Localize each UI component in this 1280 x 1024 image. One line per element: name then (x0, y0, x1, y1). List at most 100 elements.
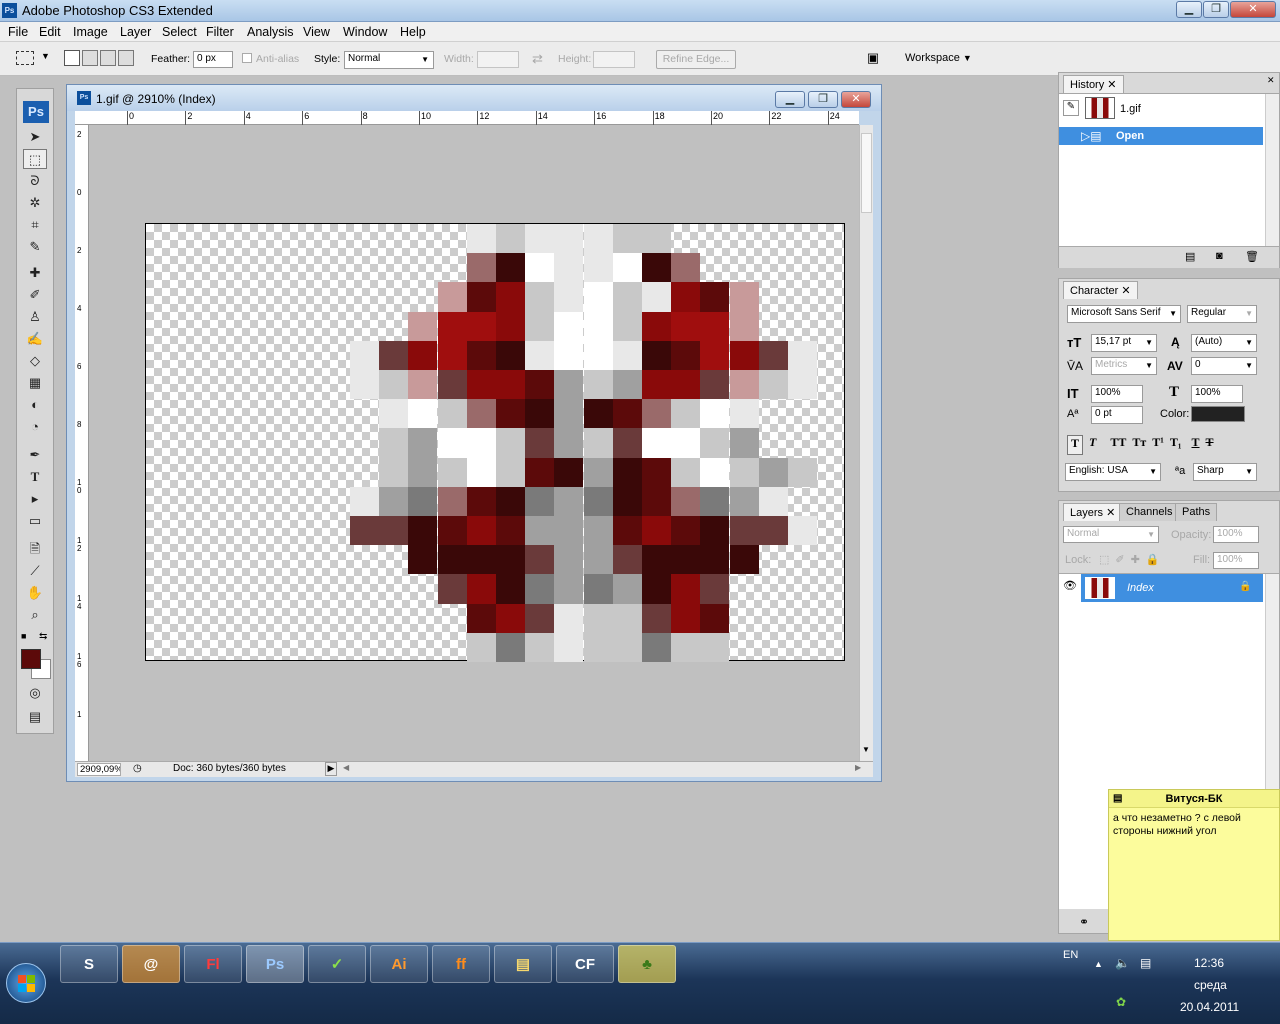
sticky-note[interactable]: ▤ Витуся-БК а что незаметно ? с левой ст… (1108, 789, 1280, 941)
show-hidden-icons-icon[interactable]: ▲ (1094, 959, 1103, 969)
icq-icon[interactable]: ✓ (308, 945, 366, 983)
menu-help[interactable]: Help (400, 25, 426, 39)
tab-paths[interactable]: Paths (1175, 503, 1218, 521)
antialias-select[interactable]: Sharp ▼ (1193, 463, 1257, 481)
vertical-ruler[interactable]: 2 0 2 4 6 8 1 0 1 2 1 4 1 6 1 (75, 125, 89, 761)
strikethrough-icon[interactable]: T (1206, 435, 1214, 455)
scrollbar-thumb[interactable] (861, 133, 872, 213)
move-tool-icon[interactable]: ➤ (23, 127, 47, 147)
coldfusion-icon[interactable]: CF (556, 945, 614, 983)
history-brush-icon[interactable]: ✍ (23, 329, 47, 349)
horizontal-scale-field[interactable]: 100% (1191, 385, 1243, 403)
swap-colors-icon[interactable]: ⇆ (39, 631, 47, 642)
scroll-down-arrow-icon[interactable]: ▼ (862, 745, 870, 754)
status-arrow-icon[interactable]: ▶ (325, 762, 337, 776)
intersect-selection-icon[interactable] (118, 50, 134, 66)
history-item[interactable]: ▷▤ Open (1059, 127, 1263, 145)
icq-tray-icon[interactable]: ✿ (1116, 995, 1126, 1009)
document-canvas-area[interactable] (89, 125, 859, 761)
document-title-bar[interactable]: Ps 1.gif @ 2910% (Index) ▁ ❐ ✕ (67, 85, 881, 111)
type-tool-icon[interactable]: T (23, 467, 47, 487)
antialias-checkbox[interactable] (242, 53, 252, 63)
subtract-selection-icon[interactable] (100, 50, 116, 66)
menu-window[interactable]: Window (343, 25, 387, 39)
notes-tool-icon[interactable]: 🗎 (23, 539, 47, 559)
panel-close-icon[interactable]: ✕ (1267, 75, 1275, 86)
lasso-tool-icon[interactable]: ᘐ (23, 171, 47, 191)
zoom-tool-icon[interactable]: ⌕ (23, 605, 47, 625)
menu-layer[interactable]: Layer (120, 25, 151, 39)
marquee-tool-icon[interactable]: ⬚ (23, 149, 47, 169)
crop-tool-icon[interactable]: ⌗ (23, 215, 47, 235)
leading-field[interactable]: (Auto) ▼ (1191, 334, 1257, 352)
eyedropper-icon[interactable]: ⟋ (23, 561, 47, 581)
quick-mask-icon[interactable]: ◎ (23, 683, 47, 703)
eraser-tool-icon[interactable]: ◇ (23, 351, 47, 371)
faux-italic-icon[interactable]: T (1089, 435, 1096, 455)
style-select[interactable]: Normal ▼ (344, 51, 434, 69)
screen-mode-icon[interactable]: ▤ (23, 707, 47, 727)
stamp-tool-icon[interactable]: ♙ (23, 307, 47, 327)
gradient-tool-icon[interactable]: ▦ (23, 373, 47, 393)
font-style-select[interactable]: Regular ▼ (1187, 305, 1257, 323)
lock-icons[interactable]: ⬚✐✚🔒 (1099, 553, 1166, 566)
maximize-button[interactable]: ❐ (1203, 1, 1229, 18)
image-canvas[interactable] (145, 223, 845, 662)
subscript-icon[interactable]: T₁ (1170, 435, 1182, 455)
eye-icon[interactable]: 👁 (1063, 579, 1077, 592)
explorer-icon[interactable]: ▤ (494, 945, 552, 983)
hand-tool-icon[interactable]: ✋ (23, 583, 47, 603)
doc-restore-button[interactable]: ❐ (808, 91, 838, 108)
language-select[interactable]: English: USA ▼ (1065, 463, 1161, 481)
vertical-scrollbar[interactable]: ▼ (859, 125, 873, 761)
history-scrollbar[interactable] (1265, 94, 1279, 246)
tracking-field[interactable]: 0 ▼ (1191, 357, 1257, 375)
menu-select[interactable]: Select (162, 25, 197, 39)
illustrator-icon[interactable]: Ai (370, 945, 428, 983)
close-button[interactable]: ✕ (1230, 1, 1276, 18)
menu-file[interactable]: File (8, 25, 28, 39)
language-indicator[interactable]: EN (1063, 949, 1078, 961)
marquee-tool-icon[interactable] (16, 51, 34, 65)
skype-icon[interactable]: S (60, 945, 118, 983)
shape-tool-icon[interactable]: ▭ (23, 511, 47, 531)
doc-minimize-button[interactable]: ▁ (775, 91, 805, 108)
workspace-menu[interactable]: Workspace ▼ (905, 52, 972, 64)
feather-field[interactable]: 0 px (193, 51, 233, 68)
menu-filter[interactable]: Filter (206, 25, 234, 39)
start-button[interactable] (6, 963, 46, 1003)
path-selection-icon[interactable]: ▸ (23, 489, 47, 509)
width-field[interactable] (477, 51, 519, 68)
scroll-left-arrow-icon[interactable]: ◀ (343, 763, 349, 772)
firefox-icon[interactable]: ff (432, 945, 490, 983)
menu-view[interactable]: View (303, 25, 330, 39)
underline-icon[interactable]: T (1192, 435, 1200, 455)
photoshop-taskbar-icon[interactable]: Ps (246, 945, 304, 983)
snapshot-thumbnail[interactable] (1085, 97, 1115, 119)
link-layers-icon[interactable]: ⚭ (1079, 915, 1089, 929)
notes-tray-icon[interactable]: ▤ (1140, 956, 1151, 970)
sticky-note-app-icon[interactable]: ♣ (618, 945, 676, 983)
blend-mode-select[interactable]: Normal ▼ (1063, 526, 1159, 543)
blur-tool-icon[interactable]: ◐ (23, 395, 47, 415)
volume-icon[interactable]: 🔈 (1115, 956, 1130, 970)
font-size-field[interactable]: 15,17 pt ▼ (1091, 334, 1157, 352)
minimize-button[interactable]: ▁ (1176, 1, 1202, 18)
horizontal-ruler[interactable]: 0 2 4 6 8 10 12 14 16 18 20 22 24 (75, 111, 859, 125)
palette-well-icon[interactable]: ▣ (862, 50, 884, 68)
vertical-scale-field[interactable]: 100% (1091, 385, 1143, 403)
scroll-right-arrow-icon[interactable]: ▶ (855, 763, 861, 772)
font-family-select[interactable]: Microsoft Sans Serif ▼ (1067, 305, 1181, 323)
superscript-icon[interactable]: T¹ (1152, 435, 1164, 455)
fill-field[interactable]: 100% (1213, 552, 1259, 569)
add-selection-icon[interactable] (82, 50, 98, 66)
refine-edge-button[interactable]: Refine Edge... (656, 50, 736, 69)
zoom-field[interactable]: 2909,09% (77, 763, 121, 776)
menu-analysis[interactable]: Analysis (247, 25, 294, 39)
layer-row[interactable]: Index 🔒 (1081, 574, 1263, 602)
swap-icon[interactable]: ⇄ (532, 51, 543, 67)
new-document-icon[interactable]: ▤ (1185, 250, 1195, 263)
pen-tool-icon[interactable]: ✒ (23, 445, 47, 465)
history-brush-source-icon[interactable]: ✎ (1063, 100, 1079, 116)
height-field[interactable] (593, 51, 635, 68)
